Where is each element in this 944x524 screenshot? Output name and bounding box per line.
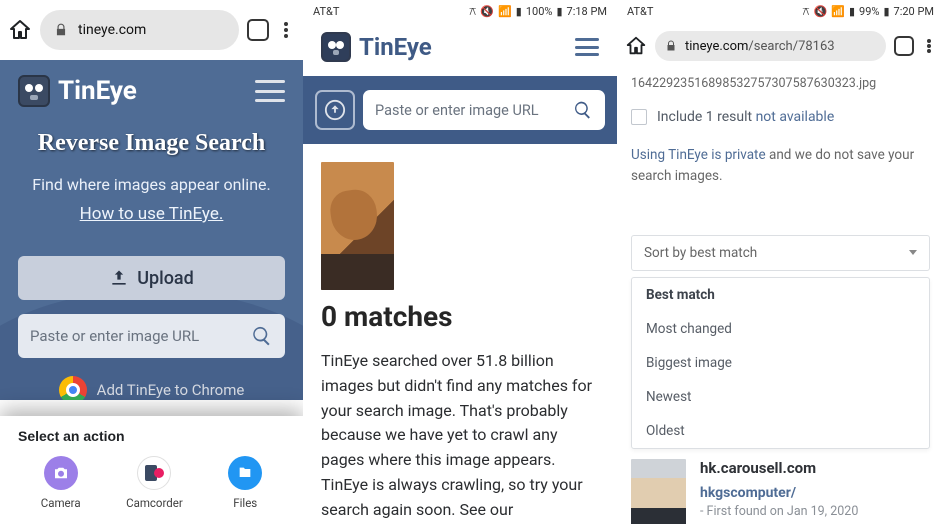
- not-available-link[interactable]: not available: [756, 109, 835, 125]
- time-label: 7:18 PM: [567, 5, 607, 18]
- tineye-logo[interactable]: TinEye: [18, 75, 137, 107]
- hamburger-menu-icon[interactable]: [575, 38, 599, 56]
- privacy-note: Using TinEye is private and we do not sa…: [631, 145, 930, 187]
- screenshot-pane-1: tineye.com TinEye Reverse Image Search F…: [0, 0, 303, 524]
- upload-button[interactable]: Upload: [18, 256, 285, 300]
- search-image-thumbnail: [321, 162, 394, 290]
- result-path-link[interactable]: hkgscomputer/: [700, 485, 930, 501]
- result-row: hk.carousell.com hkgscomputer/ - First f…: [631, 459, 930, 524]
- action-label: Files: [233, 496, 257, 510]
- sort-options-menu: Best match Most changed Biggest image Ne…: [631, 277, 930, 449]
- include-unavailable-row[interactable]: Include 1 result not available: [631, 109, 930, 125]
- overflow-menu-icon[interactable]: [922, 36, 936, 56]
- sort-dropdown[interactable]: Sort by best match: [631, 235, 930, 271]
- action-sheet-title: Select an action: [18, 428, 285, 444]
- files-icon: [228, 456, 262, 490]
- hero-heading: Reverse Image Search: [18, 130, 285, 157]
- tab-count-icon[interactable]: [894, 36, 914, 56]
- upload-icon: [324, 99, 346, 121]
- tineye-logo[interactable]: TinEye: [321, 32, 432, 62]
- sort-option-most-changed[interactable]: Most changed: [632, 312, 929, 346]
- upload-button[interactable]: [315, 90, 355, 130]
- screenshot-pane-3: AT&T ⚻ 🔇 📶 ▮ 99% ▮ 7:20 PM tineye.com/se…: [617, 0, 944, 524]
- sort-option-best-match[interactable]: Best match: [632, 278, 929, 312]
- sort-option-newest[interactable]: Newest: [632, 380, 929, 414]
- mute-icon: 🔇: [480, 6, 494, 17]
- wifi-icon: 📶: [498, 6, 512, 17]
- sort-option-biggest-image[interactable]: Biggest image: [632, 346, 929, 380]
- time-label: 7:20 PM: [894, 5, 934, 18]
- address-text: tineye.com/search/78163: [685, 39, 835, 54]
- upload-icon: [109, 268, 129, 288]
- address-bar[interactable]: tineye.com/search/78163: [655, 31, 886, 61]
- action-camcorder[interactable]: Camcorder: [126, 456, 183, 510]
- chevron-down-icon: [909, 250, 917, 255]
- lock-icon: [665, 40, 677, 52]
- result-first-found: - First found on Jan 19, 2020: [700, 504, 930, 519]
- bluetooth-icon: ⚻: [802, 6, 809, 17]
- url-input[interactable]: Paste or enter image URL: [18, 314, 285, 358]
- search-icon[interactable]: [573, 100, 593, 120]
- url-placeholder: Paste or enter image URL: [30, 327, 199, 345]
- wifi-icon: 📶: [831, 6, 845, 17]
- signal-icon: ▮: [516, 6, 522, 17]
- chrome-add-label: Add TinEye to Chrome: [97, 381, 245, 399]
- hamburger-menu-icon[interactable]: [255, 80, 285, 102]
- upload-label: Upload: [137, 268, 194, 289]
- tab-count-icon[interactable]: [247, 19, 269, 41]
- screenshot-pane-2: AT&T ⚻ 🔇 📶 ▮ 100% ▮ 7:18 PM TinEye Paste…: [303, 0, 617, 524]
- action-label: Camcorder: [126, 496, 183, 510]
- mute-icon: 🔇: [814, 6, 828, 17]
- status-bar: AT&T ⚻ 🔇 📶 ▮ 99% ▮ 7:20 PM: [617, 0, 944, 22]
- browser-toolbar: tineye.com/search/78163: [617, 24, 944, 68]
- robot-icon: [18, 75, 50, 107]
- matches-heading: 0 matches: [321, 300, 617, 333]
- address-text: tineye.com: [78, 22, 146, 38]
- bluetooth-icon: ⚻: [469, 6, 476, 17]
- overflow-menu-icon[interactable]: [277, 18, 295, 42]
- carrier-label: AT&T: [627, 5, 653, 18]
- lock-icon: [54, 23, 68, 37]
- sort-label: Sort by best match: [644, 245, 757, 261]
- action-sheet: Select an action Camera Camcorder Files: [0, 416, 303, 524]
- checkbox[interactable]: [631, 109, 647, 125]
- battery-label: 100%: [526, 5, 553, 18]
- home-icon[interactable]: [8, 18, 32, 42]
- action-camera[interactable]: Camera: [41, 456, 81, 510]
- page-header: TinEye: [303, 22, 617, 68]
- action-label: Camera: [41, 496, 81, 510]
- add-to-chrome-row[interactable]: Add TinEye to Chrome: [18, 376, 285, 400]
- camera-icon: [44, 456, 78, 490]
- browser-toolbar: tineye.com: [0, 0, 303, 60]
- battery-icon: ▮: [556, 6, 562, 17]
- result-domain[interactable]: hk.carousell.com: [700, 459, 930, 477]
- chrome-icon: [59, 376, 87, 400]
- status-bar: AT&T ⚻ 🔇 📶 ▮ 100% ▮ 7:18 PM: [303, 0, 617, 22]
- address-bar[interactable]: tineye.com: [40, 10, 239, 50]
- action-files[interactable]: Files: [228, 456, 262, 510]
- search-icon[interactable]: [251, 325, 273, 347]
- privacy-link[interactable]: Using TinEye is private: [631, 147, 766, 163]
- robot-icon: [321, 32, 351, 62]
- url-placeholder: Paste or enter image URL: [375, 102, 539, 119]
- carrier-label: AT&T: [313, 5, 339, 18]
- sort-option-oldest[interactable]: Oldest: [632, 414, 929, 448]
- no-results-body: TinEye searched over 51.8 billion images…: [321, 349, 599, 523]
- search-bar-section: Paste or enter image URL: [303, 76, 617, 144]
- battery-label: 99%: [859, 5, 879, 18]
- image-filename: 164229235168985327573075876303​23.jpg: [631, 76, 930, 91]
- brand-name: TinEye: [359, 33, 432, 61]
- include-label: Include 1 result not available: [657, 109, 834, 125]
- home-icon[interactable]: [625, 35, 647, 57]
- brand-name: TinEye: [58, 76, 137, 106]
- battery-icon: ▮: [883, 6, 889, 17]
- url-input[interactable]: Paste or enter image URL: [363, 90, 605, 130]
- camcorder-icon: [137, 456, 171, 490]
- result-thumbnail[interactable]: [631, 459, 686, 524]
- hero-section: TinEye Reverse Image Search Find where i…: [0, 60, 303, 400]
- hero-tagline: Find where images appear online.: [18, 175, 285, 194]
- how-to-link[interactable]: How to use TinEye.: [18, 204, 285, 224]
- signal-icon: ▮: [849, 6, 855, 17]
